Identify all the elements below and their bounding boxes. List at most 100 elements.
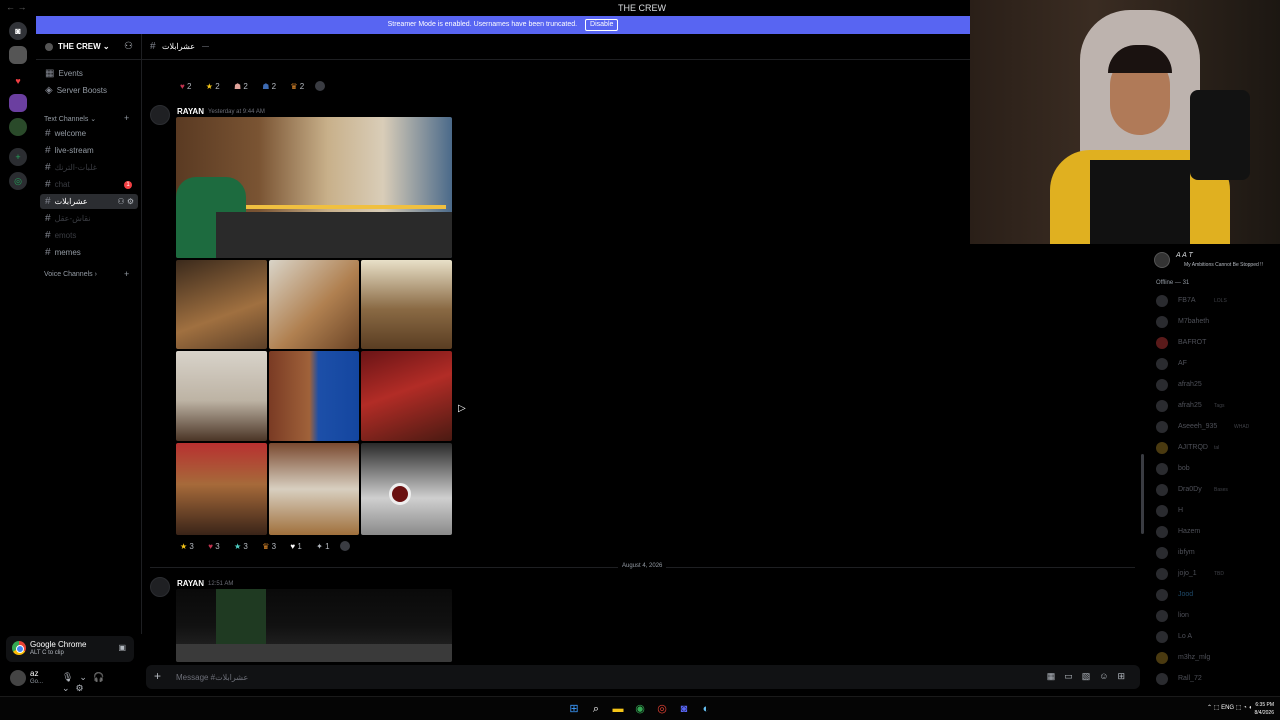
member-item[interactable]: H [1154, 502, 1274, 520]
explore-icon[interactable]: ◎ [9, 172, 27, 190]
member-item[interactable]: M7baheth [1154, 313, 1274, 331]
server-icon-purple[interactable] [9, 94, 27, 112]
reaction[interactable]: ☗ 2 [230, 80, 252, 94]
attachment-image[interactable] [176, 589, 452, 662]
member-profile[interactable]: A A T My Ambitions Cannot Be Stopped !! [1154, 250, 1276, 270]
image-cars [176, 644, 452, 662]
clip-notification[interactable]: Google Chrome ALT C to clip ▣ [6, 636, 134, 662]
discord-icon[interactable]: ◙ [677, 702, 691, 716]
avatar [1156, 295, 1168, 307]
member-item[interactable]: FB7A LOLS [1154, 292, 1274, 310]
message-input[interactable]: Message #عشرابلات [176, 673, 248, 682]
file-explorer-icon[interactable]: ▬ [611, 702, 625, 716]
avatar[interactable] [10, 670, 26, 686]
server-icon-active[interactable] [9, 46, 27, 64]
avatar[interactable] [150, 577, 170, 597]
upload-plus-icon[interactable]: + [154, 669, 161, 683]
sidebar-item-server-boosts[interactable]: ◈ Server Boosts [40, 83, 138, 98]
attachment-image[interactable] [176, 351, 267, 441]
member-item[interactable]: Aseeeh_935 WHAD [1154, 418, 1274, 436]
clip-icon[interactable]: ▣ [118, 643, 126, 652]
attachment-image[interactable] [176, 443, 267, 535]
server-name[interactable]: THE CREW ⌄ [58, 42, 110, 51]
member-item[interactable]: Rall_72 [1154, 670, 1274, 688]
sidebar-item-events[interactable]: ▦ Events [40, 66, 138, 81]
attachment-image[interactable] [361, 443, 452, 535]
discord-home-icon[interactable]: ◙ [9, 22, 27, 40]
composer-tools[interactable]: ▦▭▧☺⊞ [1047, 671, 1134, 682]
taskbar-clock[interactable]: 6:35 PM 8/4/2026 [1255, 701, 1274, 717]
channel-emots[interactable]: # emots [40, 228, 138, 243]
category-voice-channels[interactable]: Voice Channels › [44, 271, 97, 278]
channel-chat[interactable]: # chat 1 [40, 177, 138, 192]
obs-icon[interactable]: ◎ [655, 702, 669, 716]
channel-3[interactable]: # غلبات-الترنك [40, 160, 138, 175]
chrome-icon[interactable]: ◉ [633, 702, 647, 716]
member-item[interactable]: jojo_1 TBD [1154, 565, 1274, 583]
server-header[interactable]: THE CREW ⌄ ⚇ [36, 34, 142, 60]
member-item[interactable]: lion [1154, 607, 1274, 625]
member-item[interactable]: bob [1154, 460, 1274, 478]
message-composer[interactable]: + Message #عشرابلات ▦▭▧☺⊞ [146, 665, 1140, 689]
member-item[interactable]: Hazem [1154, 523, 1274, 541]
attachment-image[interactable] [269, 443, 359, 535]
attachment-image[interactable] [269, 351, 359, 441]
avatar [1156, 421, 1168, 433]
user-controls[interactable]: 🎙⌄🎧⌄⚙ [62, 672, 136, 694]
channel-live-stream[interactable]: # live-stream [40, 143, 138, 158]
channel-memes[interactable]: # memes [40, 245, 138, 260]
add-server-icon[interactable]: + [9, 148, 27, 166]
reaction[interactable]: ♛ 3 [258, 540, 280, 554]
attachment-image[interactable] [269, 260, 359, 349]
windows-start-icon[interactable]: ⊞ [567, 702, 581, 716]
back-forward-arrows[interactable]: ← → [6, 2, 27, 12]
message-author[interactable]: RAYAN [177, 107, 204, 116]
member-item[interactable]: AJITRQD tal [1154, 439, 1274, 457]
member-item[interactable]: m3hz_mlg [1154, 649, 1274, 667]
attachment-image[interactable] [361, 260, 452, 349]
add-voice-channel-icon[interactable]: + [124, 269, 129, 279]
steam-icon[interactable]: ◐ [699, 702, 713, 716]
reaction[interactable]: ★ 3 [176, 540, 198, 554]
avatar [1156, 400, 1168, 412]
message-author[interactable]: RAYAN [177, 579, 204, 588]
server-icon-game[interactable] [9, 118, 27, 136]
reaction[interactable]: ♛ 2 [286, 80, 308, 94]
member-item[interactable]: Jood [1154, 586, 1274, 604]
add-reaction-icon[interactable] [339, 540, 350, 551]
heart-icon[interactable]: ♥ [9, 72, 27, 90]
member-item[interactable]: BAFROT [1154, 334, 1274, 352]
member-item[interactable]: afrah25 [1154, 376, 1274, 394]
search-icon[interactable]: ⌕ [589, 702, 603, 716]
member-item[interactable]: Lo A [1154, 628, 1274, 646]
member-item[interactable]: AF [1154, 355, 1274, 373]
channel-settings-icons[interactable]: ⚇ ⚙ [117, 194, 134, 209]
channel-welcome[interactable]: # welcome [40, 126, 138, 141]
attachment-image[interactable] [361, 351, 452, 441]
streamer-mode-banner: Streamer Mode is enabled. Usernames have… [36, 16, 970, 34]
reaction[interactable]: ✦ 1 [312, 540, 333, 554]
add-channel-icon[interactable]: + [124, 113, 129, 123]
avatar[interactable] [150, 105, 170, 125]
member-item[interactable]: ibfym [1154, 544, 1274, 562]
member-item[interactable]: afrah25 Tags [1154, 397, 1274, 415]
reaction[interactable]: ♥ 1 [286, 540, 305, 554]
reaction[interactable]: ★ 3 [230, 540, 252, 554]
reaction[interactable]: ☗ 2 [258, 80, 280, 94]
webcam-overlay [970, 0, 1280, 244]
system-tray[interactable]: ⌃ ⬚ ENG ⬚ ◔ ◖ [1207, 704, 1252, 711]
invite-icon[interactable]: ⚇ [124, 41, 133, 52]
chat-scrollbar[interactable] [1141, 454, 1144, 534]
add-reaction-icon[interactable] [314, 80, 325, 91]
webcam-microphone [1190, 90, 1250, 180]
category-text-channels[interactable]: Text Channels ⌄ [44, 115, 96, 123]
disable-streamer-mode-button[interactable]: Disable [585, 19, 619, 31]
channel-6[interactable]: # نقاش-عقل [40, 211, 138, 226]
member-item[interactable]: Dra0Dy Bases [1154, 481, 1274, 499]
reaction[interactable]: ♥ 2 [176, 80, 195, 94]
reaction[interactable]: ♥ 3 [204, 540, 223, 554]
reaction[interactable]: ★ 2 [202, 80, 224, 94]
channel-active[interactable]: # عشرابلات ⚇ ⚙ [40, 194, 138, 209]
attachment-image[interactable] [176, 260, 267, 349]
attachment-image[interactable] [176, 117, 452, 258]
